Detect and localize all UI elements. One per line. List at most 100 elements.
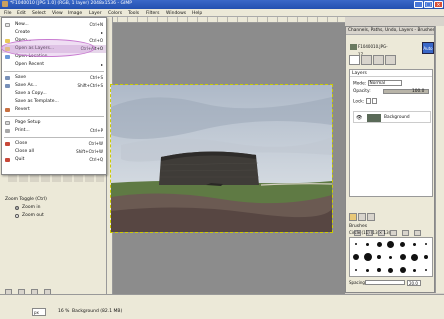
menu-item-revert-label: Revert	[15, 107, 30, 112]
window-controls: _ □ ×	[414, 1, 443, 8]
auto-button[interactable]: Auto	[422, 42, 434, 54]
lock-row: Lock:	[353, 98, 377, 106]
layer-item-background[interactable]: 👁 Background	[353, 111, 431, 123]
menu-item-print-shortcut: Ctrl+P	[90, 128, 103, 133]
layers-dock: Channels, Paths, Undo, Layers - Brushes,…	[345, 26, 435, 293]
tab-gradients[interactable]	[367, 213, 375, 221]
save-as-icon	[5, 84, 10, 88]
brush-swatch[interactable]	[400, 241, 406, 247]
menu-item-page-setup[interactable]: Page Setup	[2, 119, 106, 127]
horizontal-ruler[interactable]	[107, 17, 345, 23]
menu-item-new[interactable]: New... Ctrl+N	[2, 21, 106, 29]
menu-item-create[interactable]: Create ▸	[2, 29, 106, 37]
dock-title: Channels, Paths, Undo, Layers - Brushes,…	[346, 27, 434, 35]
visibility-eye-icon[interactable]: 👁	[356, 115, 362, 121]
image-selector[interactable]: F1040010.JPG-17	[349, 43, 389, 57]
menu-item-save-copy[interactable]: Save a Copy...	[2, 90, 106, 98]
menu-item-close-shortcut: Ctrl+W	[88, 141, 103, 146]
spacing-value[interactable]: 20.0	[407, 280, 421, 286]
zoom-level[interactable]: 16 %	[58, 309, 69, 314]
brush-swatch[interactable]	[377, 268, 382, 273]
menu-item-close[interactable]: Close Ctrl+W	[2, 140, 106, 148]
page-setup-icon	[5, 121, 10, 125]
zoom-in-option[interactable]: Zoom in	[15, 205, 101, 210]
brush-swatch[interactable]	[363, 253, 372, 262]
brush-swatch[interactable]	[425, 243, 428, 246]
menu-item-save-as[interactable]: Save As... Shift+Ctrl+S	[2, 82, 106, 90]
menu-windows[interactable]: Windows	[166, 11, 186, 16]
menu-item-close-all[interactable]: Close all Shift+Ctrl+W	[2, 148, 106, 156]
menu-item-save-as-label: Save As...	[15, 83, 38, 88]
mode-label: Mode:	[353, 81, 367, 87]
status-bar: px 16 % Background (82.1 MB)	[0, 294, 444, 319]
menu-file[interactable]: File	[4, 11, 12, 16]
brush-swatch[interactable]	[377, 255, 382, 260]
close-doc-icon	[5, 142, 10, 146]
brush-swatch[interactable]	[399, 267, 406, 274]
layer-thumbnail	[367, 114, 381, 122]
lock-alpha-checkbox[interactable]	[372, 98, 377, 104]
menu-image[interactable]: Image	[68, 11, 82, 16]
menu-separator	[4, 71, 104, 72]
tab-layers[interactable]	[349, 55, 360, 65]
save-icon	[5, 76, 10, 80]
tab-brushes[interactable]	[349, 213, 357, 221]
zoom-out-radio[interactable]	[15, 213, 19, 218]
brush-swatch[interactable]	[387, 240, 395, 248]
menu-item-print-label: Print...	[15, 128, 30, 133]
brushes-heading: Brushes	[349, 224, 368, 229]
menu-item-print[interactable]: Print... Ctrl+P	[2, 127, 106, 135]
brushes-panel: Brushes Circle (11) (13 × 13) Spacing 20…	[349, 224, 433, 292]
tool-options-title: Zoom Toggle (Ctrl)	[5, 197, 47, 202]
brush-swatch[interactable]	[425, 269, 428, 272]
menu-item-quit-shortcut: Ctrl+Q	[89, 157, 103, 162]
maximize-button[interactable]: □	[424, 1, 433, 8]
brush-swatch[interactable]	[412, 268, 416, 272]
menu-item-close-all-shortcut: Shift+Ctrl+W	[76, 149, 103, 154]
dock-tabs	[349, 55, 396, 65]
unit-selector[interactable]: px	[32, 308, 46, 316]
tab-channels[interactable]	[361, 55, 372, 65]
quit-icon	[5, 158, 10, 162]
brush-swatch[interactable]	[376, 241, 382, 247]
close-button[interactable]: ×	[434, 1, 443, 8]
brush-swatch[interactable]	[412, 242, 416, 246]
brush-swatch[interactable]	[366, 268, 370, 272]
brush-swatch[interactable]	[399, 254, 406, 261]
menu-item-save[interactable]: Save Ctrl+S	[2, 74, 106, 82]
brush-swatch[interactable]	[366, 242, 370, 246]
menu-item-save-template[interactable]: Save as Template...	[2, 98, 106, 106]
menu-help[interactable]: Help	[192, 11, 202, 16]
tab-patterns[interactable]	[358, 213, 366, 221]
brush-swatch[interactable]	[354, 269, 357, 272]
minimize-button[interactable]: _	[414, 1, 423, 8]
brush-swatch[interactable]	[389, 255, 393, 259]
brush-swatch[interactable]	[410, 253, 418, 261]
menu-filters[interactable]: Filters	[146, 11, 160, 16]
menu-select[interactable]: Select	[32, 11, 46, 16]
spacing-slider[interactable]	[365, 280, 405, 285]
brush-swatch[interactable]	[354, 243, 357, 246]
zoom-out-option[interactable]: Zoom out	[15, 213, 101, 218]
opacity-value[interactable]: 100.0	[412, 89, 424, 95]
zoom-in-radio[interactable]	[15, 205, 19, 210]
tab-paths[interactable]	[373, 55, 384, 65]
mode-dropdown[interactable]: Normal	[367, 80, 402, 86]
menu-tools[interactable]: Tools	[128, 11, 139, 16]
menu-item-revert[interactable]: Revert	[2, 106, 106, 114]
tab-undo[interactable]	[385, 55, 396, 65]
menu-layer[interactable]: Layer	[89, 11, 102, 16]
brush-grid[interactable]	[349, 237, 433, 277]
brush-swatch[interactable]	[352, 254, 359, 261]
menu-item-quit-label: Quit	[15, 157, 25, 162]
canvas-image[interactable]	[110, 84, 333, 233]
menu-edit[interactable]: Edit	[17, 11, 26, 16]
menu-item-quit[interactable]: Quit Ctrl+Q	[2, 156, 106, 164]
lock-pixels-checkbox[interactable]	[365, 98, 371, 104]
menu-item-open-recent-label: Open Recent	[15, 62, 45, 67]
menu-view[interactable]: View	[52, 11, 63, 16]
brush-swatch[interactable]	[388, 267, 394, 273]
menu-colors[interactable]: Colors	[108, 11, 122, 16]
menu-item-open-recent[interactable]: Open Recent ▸	[2, 61, 106, 69]
brush-swatch[interactable]	[424, 255, 429, 260]
